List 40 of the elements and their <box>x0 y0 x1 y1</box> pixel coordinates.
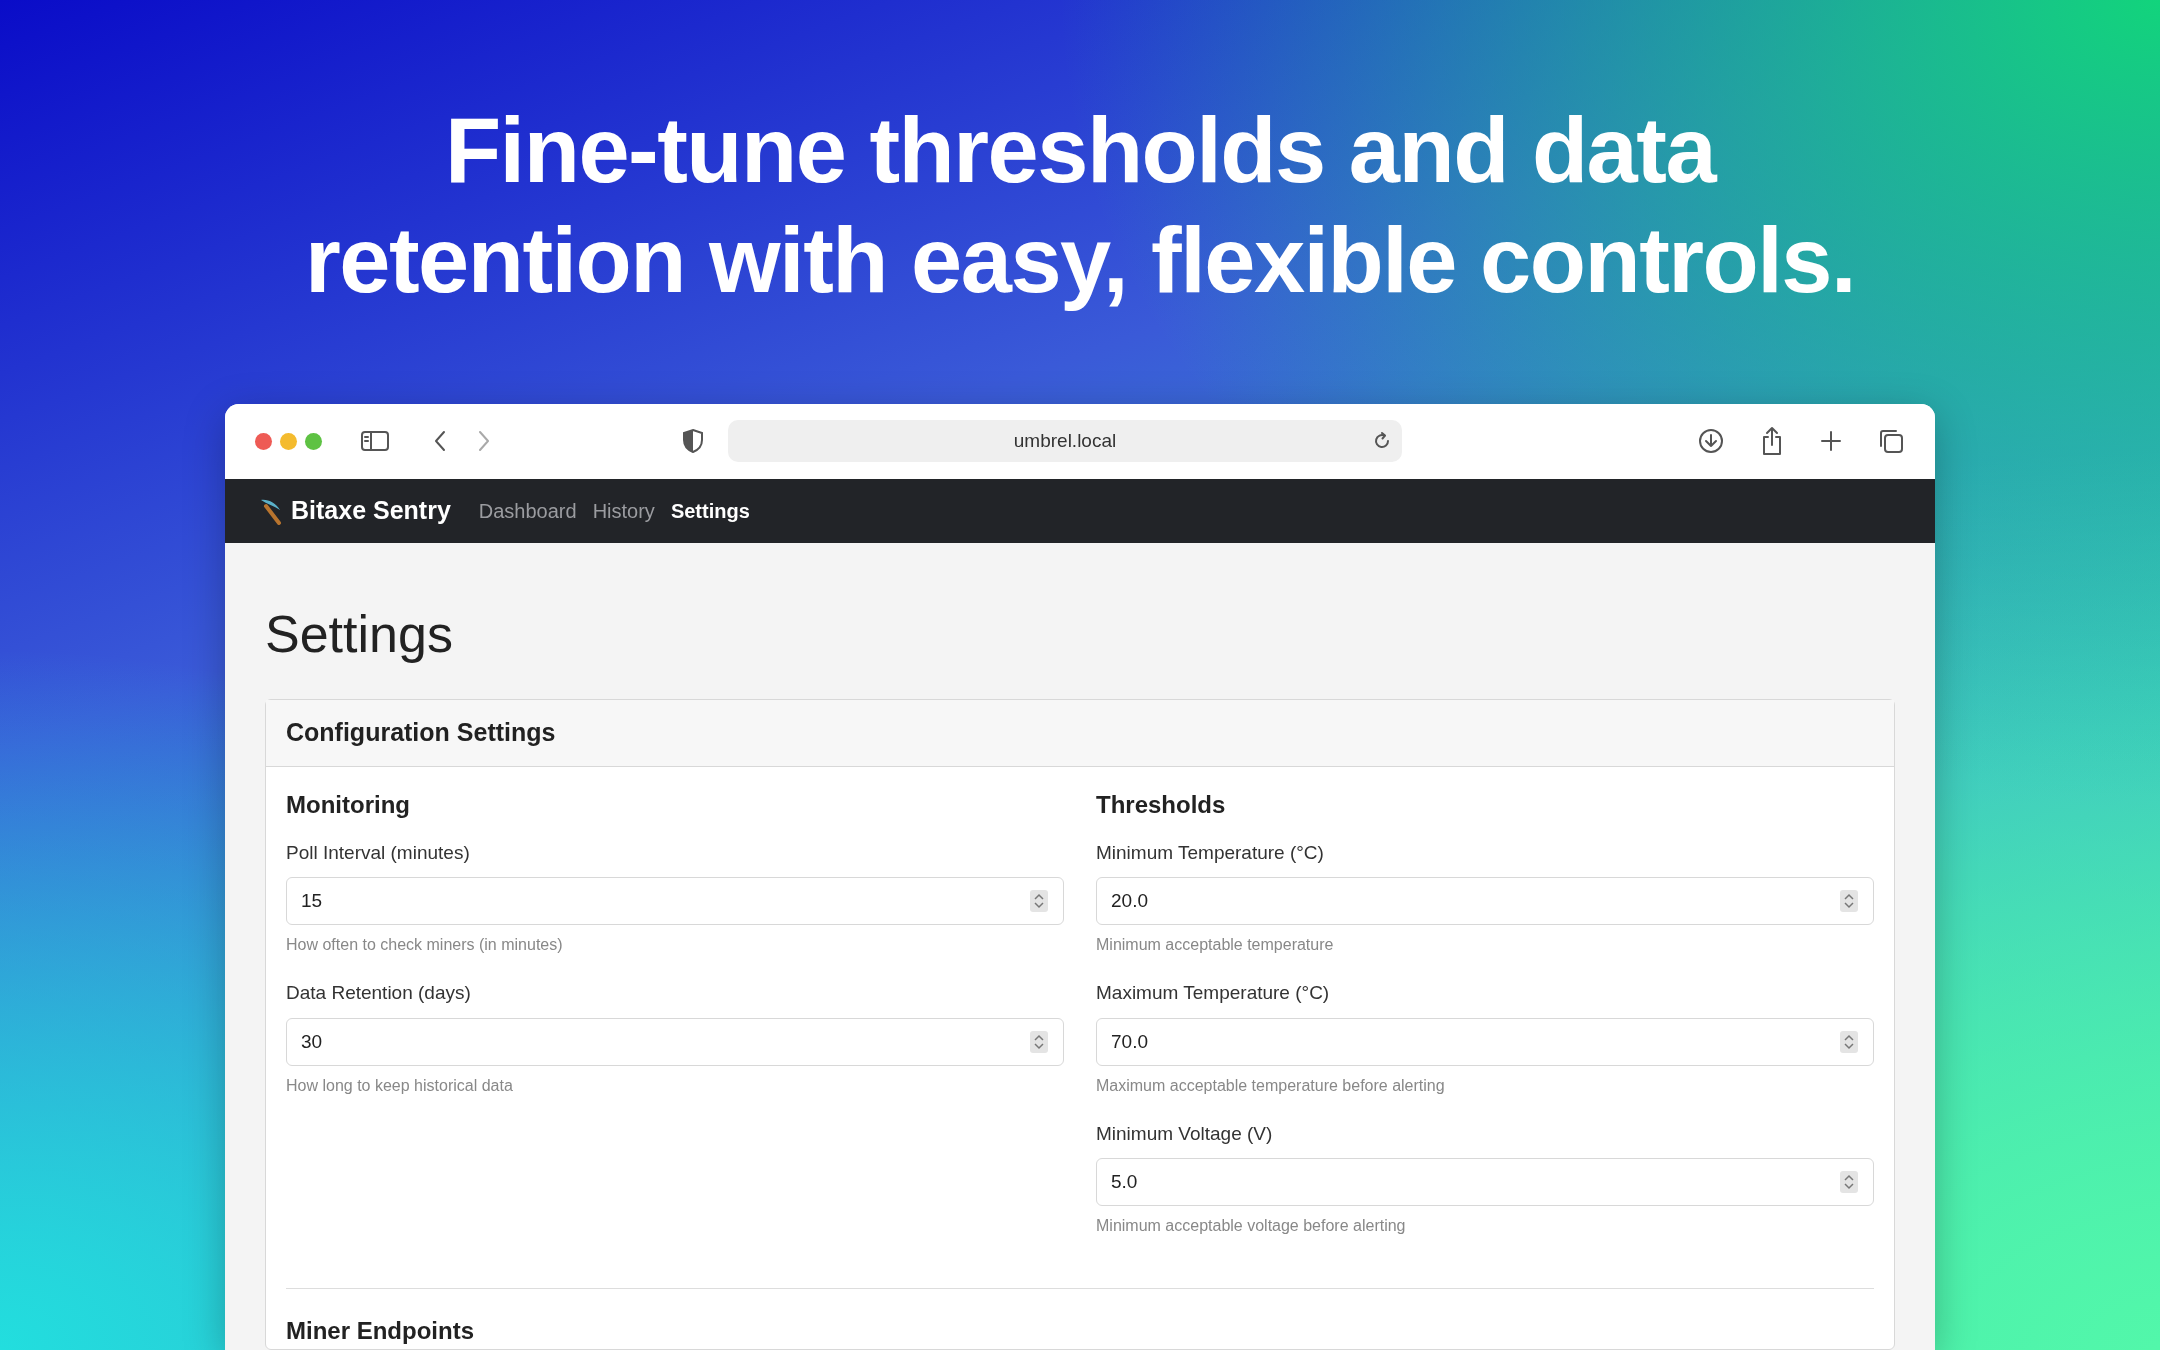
address-bar[interactable]: umbrel.local <box>728 420 1402 463</box>
section-title: Monitoring <box>286 789 411 820</box>
field-label: Data Retention (days) <box>286 981 471 1005</box>
field-label: Poll Interval (minutes) <box>286 840 470 865</box>
section-title: Thresholds <box>1096 789 1227 820</box>
nav-link[interactable]: Dashboard <box>478 495 577 526</box>
help-text: Maximum acceptable temperature before alerting <box>1096 1075 1446 1096</box>
help-text: How long to keep historical data <box>286 1075 514 1096</box>
number-input[interactable]: 15 <box>286 877 1064 925</box>
app-brand[interactable]: Bitaxe Sentry <box>291 491 451 530</box>
page-title: Settings <box>265 603 454 665</box>
headline: Fine-tune thresholds and data retention with easy, flexible controls. <box>303 98 1857 314</box>
help-text: How often to check miners (in minutes) <box>286 935 564 955</box>
number-input[interactable]: 20.0 <box>1096 877 1874 925</box>
field-label: Maximum Temperature (°C) <box>1096 981 1330 1005</box>
help-text: Minimum acceptable voltage before alerting <box>1096 1216 1407 1236</box>
field-label: Minimum Temperature (°C) <box>1096 840 1324 865</box>
field-label: Minimum Voltage (V) <box>1096 1121 1273 1146</box>
spinner-icon[interactable] <box>1030 890 1048 912</box>
forward-icon[interactable] <box>476 429 492 454</box>
section-title: Miner Endpoints <box>286 1316 475 1346</box>
number-input[interactable]: 70.0 <box>1096 1017 1874 1066</box>
spinner-icon[interactable] <box>1840 890 1858 912</box>
spinner-icon[interactable] <box>1030 1030 1048 1053</box>
card-header: Configuration Settings <box>266 700 1894 767</box>
close-button[interactable] <box>255 432 272 450</box>
spinner-icon[interactable] <box>1840 1030 1858 1053</box>
number-input[interactable]: 30 <box>286 1017 1064 1066</box>
sidebar-icon[interactable] <box>360 429 390 454</box>
number-input[interactable]: 5.0 <box>1096 1158 1874 1206</box>
nav-link[interactable]: Settings <box>670 495 750 526</box>
zoom-button[interactable] <box>305 432 322 450</box>
back-icon[interactable] <box>432 429 448 454</box>
help-text: Minimum acceptable temperature <box>1096 935 1335 955</box>
spinner-icon[interactable] <box>1840 1171 1858 1193</box>
new-tab-icon[interactable] <box>1819 429 1843 454</box>
nav-link[interactable]: History <box>592 495 655 526</box>
tabs-icon[interactable] <box>1877 427 1905 456</box>
download-icon[interactable] <box>1697 427 1725 456</box>
shield-icon[interactable] <box>682 428 704 455</box>
